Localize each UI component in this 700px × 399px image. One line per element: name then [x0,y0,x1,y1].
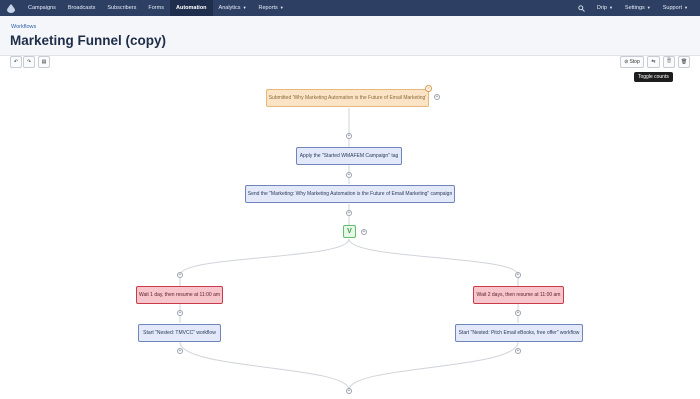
book-icon: ▤ [41,59,47,65]
nav-support[interactable]: Support ▼ [657,0,694,16]
decision-node[interactable]: V [343,225,356,238]
page-header: Workflows Marketing Funnel (copy) [0,16,700,56]
start-left-label: Start "Nested: TMVCC" workflow [143,330,216,336]
stop-button-label: Stop [629,59,640,65]
add-step-plus-icon[interactable]: + [346,172,352,178]
top-nav: Campaigns Broadcasts Subscribers Forms A… [0,0,700,16]
split-icon: V [347,228,352,235]
add-step-plus-icon[interactable]: + [177,348,183,354]
wait-node-left[interactable]: Wait 1 day, then resume at 11:00 am [136,286,223,304]
apply-tag-node[interactable]: Apply the "Started WMAFEM Campaign" tag [296,147,402,165]
nav-account-drip[interactable]: Drip ▼ [591,0,619,16]
nav-broadcasts[interactable]: Broadcasts [62,0,102,16]
send-campaign-label: Send the "Marketing: Why Marketing Autom… [247,191,453,197]
wait-left-label: Wait 1 day, then resume at 11:00 am [138,292,221,298]
close-icon[interactable]: × [425,85,432,92]
nav-analytics[interactable]: Analytics ▼ [213,0,253,16]
add-trigger-plus-icon[interactable]: + [434,94,440,100]
search-icon[interactable] [573,0,591,16]
wait-right-label: Wait 2 days, then resume at 11:00 am [476,292,561,298]
nav-subscribers[interactable]: Subscribers [101,0,142,16]
trigger-node[interactable]: Submitted 'Why Marketing Automation is t… [266,89,429,107]
nav-subscribers-label: Subscribers [107,5,137,11]
document-icon: 🗎 [666,58,672,64]
stop-button[interactable]: ⊘ Stop [620,56,644,68]
chevron-down-icon: ▼ [646,5,651,10]
undo-icon: ↶ [13,59,19,65]
nav-campaigns[interactable]: Campaigns [22,0,62,16]
redo-button[interactable]: ↷ [23,56,35,68]
add-step-plus-icon[interactable]: + [515,310,521,316]
add-step-plus-icon[interactable]: + [346,133,352,139]
breadcrumb[interactable]: Workflows [11,24,36,30]
add-step-plus-icon[interactable]: + [346,388,352,394]
chevron-down-icon: ▼ [684,5,688,10]
nav-settings[interactable]: Settings ▼ [619,0,657,16]
workflow-toolbar: ↶ ↷ ▤ ⊘ Stop ⇋ 🗎 🗑 [0,56,700,70]
drip-logo-icon[interactable] [0,0,22,16]
nav-automation-label: Automation [175,5,207,11]
nav-forms[interactable]: Forms [142,0,170,16]
nav-campaigns-label: Campaigns [28,5,56,11]
toggle-counts-button[interactable]: ⇋ [647,56,660,68]
send-campaign-node[interactable]: Send the "Marketing: Why Marketing Autom… [245,185,455,203]
start-workflow-node-left[interactable]: Start "Nested: TMVCC" workflow [138,324,221,342]
add-step-plus-icon[interactable]: + [177,272,183,278]
nav-settings-label: Settings [624,5,645,11]
page-title: Marketing Funnel (copy) [10,33,167,48]
add-step-plus-icon[interactable]: + [346,210,352,216]
redo-icon: ↷ [26,59,32,65]
nav-broadcasts-label: Broadcasts [67,5,96,11]
add-step-plus-icon[interactable]: + [515,348,521,354]
nav-reports[interactable]: Reports ▼ [253,0,290,16]
nav-analytics-label: Analytics [218,5,241,11]
export-button[interactable]: 🗎 [663,56,675,68]
add-step-plus-icon[interactable]: + [515,272,521,278]
workflow-canvas: Submitted 'Why Marketing Automation is t… [0,70,700,399]
nav-right: Drip ▼ Settings ▼ Support ▼ [573,0,694,16]
trigger-label: Submitted 'Why Marketing Automation is t… [268,95,427,101]
undo-button[interactable]: ↶ [10,56,22,68]
start-workflow-node-right[interactable]: Start "Nested: Pitch Email eBooks, free … [455,324,583,342]
chevron-down-icon: ▼ [242,5,247,10]
nav-support-label: Support [662,5,683,11]
add-step-plus-icon[interactable]: + [177,310,183,316]
trash-icon: 🗑 [680,59,688,65]
chevron-down-icon: ▼ [608,5,613,10]
nav-automation[interactable]: Automation [169,0,213,16]
nav-forms-label: Forms [148,5,164,11]
nav-account-label: Drip [596,5,607,11]
start-right-label: Start "Nested: Pitch Email eBooks, free … [458,330,580,336]
notes-button[interactable]: ▤ [38,56,50,68]
chevron-down-icon: ▼ [279,5,284,10]
wait-node-right[interactable]: Wait 2 days, then resume at 11:00 am [473,286,564,304]
add-branch-plus-icon[interactable]: + [361,229,367,235]
toggle-icon: ⇋ [651,59,656,65]
nav-reports-label: Reports [258,5,278,11]
apply-tag-label: Apply the "Started WMAFEM Campaign" tag [299,153,399,159]
stop-icon: ⊘ [624,59,629,65]
delete-button[interactable]: 🗑 [678,56,690,68]
